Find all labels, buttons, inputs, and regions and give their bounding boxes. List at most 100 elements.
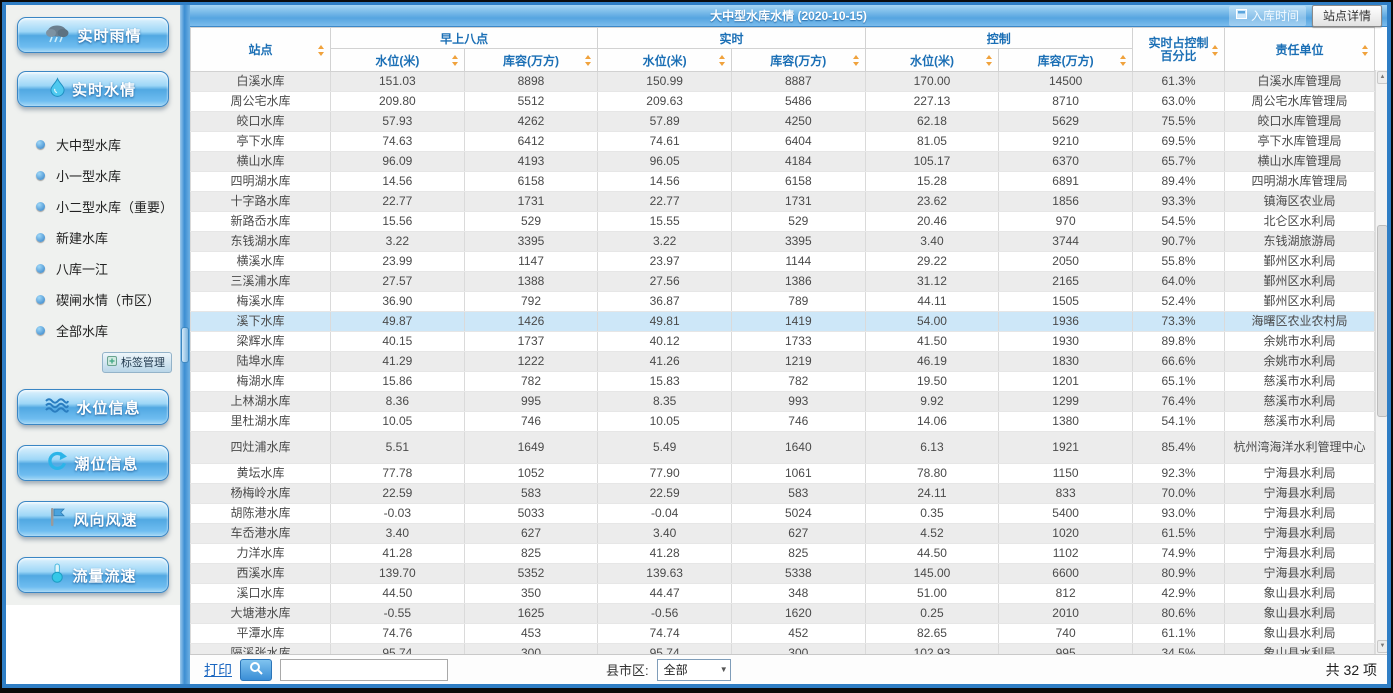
station-detail-button[interactable]: 站点详情 xyxy=(1312,5,1382,27)
table-row[interactable]: 横山水库96.09419396.054184105.17637065.7%横山水… xyxy=(191,152,1375,172)
sort-icon[interactable] xyxy=(452,55,459,66)
page-title: 大中型水库水情 (2020-10-15) xyxy=(190,7,1387,24)
flow-info-button[interactable]: 流量流速 xyxy=(17,557,169,593)
sidebar-menu-item[interactable]: 全部水库 xyxy=(36,315,180,346)
value-cell: 1930 xyxy=(999,332,1133,352)
table-row[interactable]: 白溪水库151.038898150.998887170.001450061.3%… xyxy=(191,72,1375,92)
sort-icon[interactable] xyxy=(986,55,993,66)
sort-icon[interactable] xyxy=(853,55,860,66)
unit-cell: 宁海县水利局 xyxy=(1225,504,1375,524)
table-row[interactable]: 东钱湖水库3.2233953.2233953.40374490.7%东钱湖旅游局 xyxy=(191,232,1375,252)
table-row[interactable]: 隔溪张水库95.7430095.74300102.9399534.5%象山县水利… xyxy=(191,644,1375,655)
table-row[interactable]: 平潭水库74.7645374.7445282.6574061.1%象山县水利局 xyxy=(191,624,1375,644)
value-cell: 23.99 xyxy=(331,252,465,272)
table-row[interactable]: 十字路水库22.77173122.77173123.62185693.3%镇海区… xyxy=(191,192,1375,212)
value-cell: 9210 xyxy=(999,132,1133,152)
value-cell: 1061 xyxy=(731,464,865,484)
value-cell: 41.26 xyxy=(598,352,732,372)
splitter-handle-icon[interactable] xyxy=(181,327,189,363)
table-row[interactable]: 梅湖水库15.8678215.8378219.50120165.1%慈溪市水利局 xyxy=(191,372,1375,392)
panel-splitter[interactable] xyxy=(180,5,190,684)
table-row[interactable]: 新路岙水库15.5652915.5552920.4697054.5%北仑区水利局 xyxy=(191,212,1375,232)
vertical-scrollbar[interactable]: ▲ ▼ xyxy=(1375,70,1387,654)
table-row[interactable]: 杨梅岭水库22.5958322.5958324.1183370.0%宁海县水利局 xyxy=(191,484,1375,504)
table-row[interactable]: 大塘港水库-0.551625-0.5616200.25201080.6%象山县水… xyxy=(191,604,1375,624)
value-cell: 1419 xyxy=(731,312,865,332)
value-cell: 63.0% xyxy=(1133,92,1225,112)
scroll-down-icon[interactable]: ▼ xyxy=(1377,640,1387,653)
print-link[interactable]: 打印 xyxy=(204,660,232,680)
column-header-realtime-level[interactable]: 水位(米) xyxy=(598,49,732,72)
value-cell: 4250 xyxy=(731,112,865,132)
value-cell: 92.3% xyxy=(1133,464,1225,484)
sort-icon[interactable] xyxy=(585,55,592,66)
table-row[interactable]: 亭下水库74.63641274.61640481.05921069.5%亭下水库… xyxy=(191,132,1375,152)
sidebar-menu-item[interactable]: 八库一江 xyxy=(36,253,180,284)
table-row[interactable]: 西溪水库139.705352139.635338145.00660080.9%宁… xyxy=(191,564,1375,584)
unit-cell: 四明湖水库管理局 xyxy=(1225,172,1375,192)
value-cell: 1144 xyxy=(731,252,865,272)
value-cell: 1620 xyxy=(731,604,865,624)
bullet-icon xyxy=(36,295,45,304)
table-row[interactable]: 黄坛水库77.78105277.90106178.80115092.3%宁海县水… xyxy=(191,464,1375,484)
table-row[interactable]: 力洋水库41.2882541.2882544.50110274.9%宁海县水利局 xyxy=(191,544,1375,564)
tide-level-info-button[interactable]: 潮位信息 xyxy=(17,445,169,481)
sidebar-menu-item[interactable]: 碶闸水情（市区） xyxy=(36,284,180,315)
table-row[interactable]: 梅溪水库36.9079236.8778944.11150552.4%鄞州区水利局 xyxy=(191,292,1375,312)
value-cell: 6404 xyxy=(731,132,865,152)
table-row[interactable]: 溪口水库44.5035044.4734851.0081242.9%象山县水利局 xyxy=(191,584,1375,604)
table-row[interactable]: 四灶浦水库5.5116495.4916406.13192185.4%杭州湾海洋水… xyxy=(191,432,1375,464)
header-label: 水位(米) xyxy=(375,54,419,68)
scrollbar-thumb[interactable] xyxy=(1377,225,1387,417)
realtime-rain-button[interactable]: 实时雨情 xyxy=(17,17,169,53)
table-row[interactable]: 三溪浦水库27.57138827.56138631.12216564.0%鄞州区… xyxy=(191,272,1375,292)
tag-manage-button[interactable]: 标签管理 xyxy=(102,352,172,373)
unit-cell: 东钱湖旅游局 xyxy=(1225,232,1375,252)
table-row[interactable]: 四明湖水库14.56615814.56615815.28689189.4%四明湖… xyxy=(191,172,1375,192)
column-header-realtime-capacity[interactable]: 库容(万方) xyxy=(731,49,865,72)
value-cell: 36.87 xyxy=(598,292,732,312)
column-header-percent[interactable]: 实时占控制百分比 xyxy=(1133,28,1225,72)
column-header-control-level[interactable]: 水位(米) xyxy=(865,49,999,72)
column-header-morning-level[interactable]: 水位(米) xyxy=(331,49,465,72)
sort-icon[interactable] xyxy=(318,45,325,56)
column-header-morning-capacity[interactable]: 库容(万方) xyxy=(464,49,598,72)
sidebar-menu-item[interactable]: 小二型水库（重要） xyxy=(36,191,180,222)
column-header-station[interactable]: 站点 xyxy=(191,28,331,72)
table-row[interactable]: 陆埠水库41.29122241.26121946.19183066.6%余姚市水… xyxy=(191,352,1375,372)
sort-icon[interactable] xyxy=(1120,55,1127,66)
table-row[interactable]: 上林湖水库8.369958.359939.92129976.4%慈溪市水利局 xyxy=(191,392,1375,412)
value-cell: 74.63 xyxy=(331,132,465,152)
value-cell: 3.40 xyxy=(598,524,732,544)
sort-icon[interactable] xyxy=(1212,45,1219,56)
table-row[interactable]: 周公宅水库209.805512209.635486227.13871063.0%… xyxy=(191,92,1375,112)
value-cell: 70.0% xyxy=(1133,484,1225,504)
sort-icon[interactable] xyxy=(719,55,726,66)
table-row[interactable]: 里杜湖水库10.0574610.0574614.06138054.1%慈溪市水利… xyxy=(191,412,1375,432)
table-row[interactable]: 溪下水库49.87142649.81141954.00193673.3%海曙区农… xyxy=(191,312,1375,332)
table-row[interactable]: 横溪水库23.99114723.97114429.22205055.8%鄞州区水… xyxy=(191,252,1375,272)
table-row[interactable]: 皎口水库57.93426257.89425062.18562975.5%皎口水库… xyxy=(191,112,1375,132)
water-level-info-button[interactable]: 水位信息 xyxy=(17,389,169,425)
sidebar-menu-item[interactable]: 小一型水库 xyxy=(36,160,180,191)
column-header-control-capacity[interactable]: 库容(万方) xyxy=(999,49,1133,72)
county-select[interactable]: 全部 ▼ xyxy=(657,659,731,681)
enter-time-toggle[interactable]: 入库时间 xyxy=(1229,6,1306,26)
value-cell: 14500 xyxy=(999,72,1133,92)
scroll-up-icon[interactable]: ▲ xyxy=(1377,71,1387,84)
sidebar-menu-item[interactable]: 大中型水库 xyxy=(36,129,180,160)
value-cell: 833 xyxy=(999,484,1133,504)
value-cell: 61.3% xyxy=(1133,72,1225,92)
value-cell: 1830 xyxy=(999,352,1133,372)
table-row[interactable]: 车岙港水库3.406273.406274.52102061.5%宁海县水利局 xyxy=(191,524,1375,544)
sort-icon[interactable] xyxy=(1362,45,1369,56)
table-row[interactable]: 胡陈港水库-0.035033-0.0450240.35540093.0%宁海县水… xyxy=(191,504,1375,524)
search-input[interactable] xyxy=(280,659,448,681)
table-row[interactable]: 梁辉水库40.15173740.12173341.50193089.8%余姚市水… xyxy=(191,332,1375,352)
value-cell: 49.81 xyxy=(598,312,732,332)
search-button[interactable] xyxy=(240,659,272,681)
column-header-unit[interactable]: 责任单位 xyxy=(1225,28,1375,72)
wind-info-button[interactable]: 风向风速 xyxy=(17,501,169,537)
realtime-water-button[interactable]: 实时水情 xyxy=(17,71,169,107)
sidebar-menu-item[interactable]: 新建水库 xyxy=(36,222,180,253)
